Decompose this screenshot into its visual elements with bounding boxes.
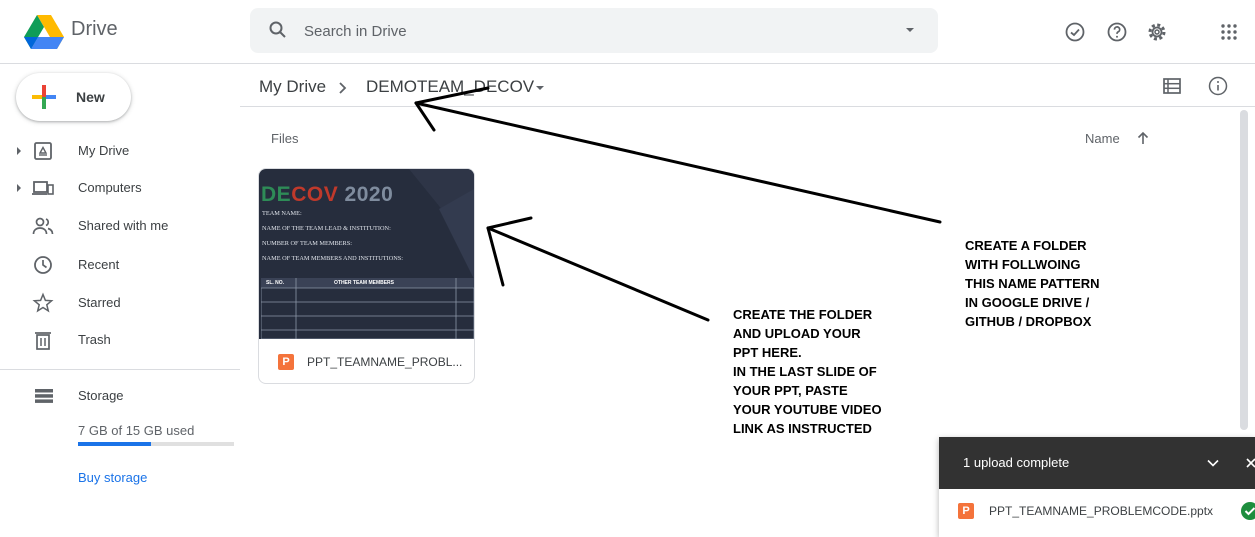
note-line: IN THE LAST SLIDE OF xyxy=(733,364,877,379)
uploaded-file-name: PPT_TEAMNAME_PROBLEMCODE.pptx xyxy=(989,504,1214,518)
note-line: YOUR YOUTUBE VIDEO xyxy=(733,402,882,417)
upload-instruction-note: CREATE THE FOLDER AND UPLOAD YOUR PPT HE… xyxy=(733,305,882,438)
upload-status-panel: 1 upload complete P PPT_TEAMNAME_PROBLEM… xyxy=(939,437,1255,537)
upload-panel-title: 1 upload complete xyxy=(963,455,1070,470)
upload-item-row[interactable]: P PPT_TEAMNAME_PROBLEMCODE.pptx xyxy=(939,489,1255,537)
close-icon[interactable] xyxy=(1244,454,1255,472)
note-line: THIS NAME PATTERN xyxy=(965,276,1100,291)
note-line: IN GOOGLE DRIVE / xyxy=(965,295,1090,310)
note-line: LINK AS INSTRUCTED xyxy=(733,421,872,436)
folder-arrow-shaft xyxy=(414,101,942,224)
folder-arrowhead-upper xyxy=(414,86,490,105)
powerpoint-file-icon: P xyxy=(958,503,974,519)
folder-instruction-note: CREATE A FOLDER WITH FOLLWOING THIS NAME… xyxy=(965,236,1100,331)
upload-arrowhead-upper xyxy=(486,216,533,230)
upload-panel-header: 1 upload complete xyxy=(939,437,1255,489)
upload-arrow-shaft xyxy=(486,226,710,322)
note-line: WITH FOLLWOING xyxy=(965,257,1081,272)
upload-arrowhead-lower xyxy=(486,226,505,287)
upload-success-check-icon xyxy=(1241,502,1255,520)
chevron-down-icon[interactable] xyxy=(1205,455,1221,471)
note-line: CREATE A FOLDER xyxy=(965,238,1087,253)
note-line: AND UPLOAD YOUR xyxy=(733,326,861,341)
note-line: PPT HERE. xyxy=(733,345,802,360)
note-line: YOUR PPT, PASTE xyxy=(733,383,848,398)
note-line: CREATE THE FOLDER xyxy=(733,307,873,322)
note-line: GITHUB / DROPBOX xyxy=(965,314,1092,329)
